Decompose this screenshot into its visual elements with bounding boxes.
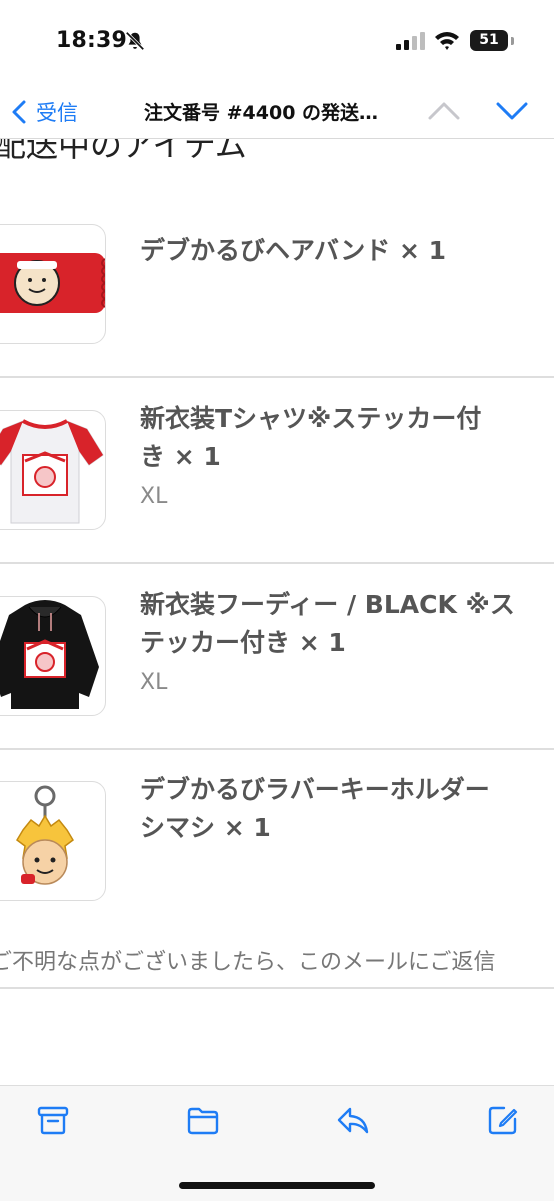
- item-title-line: き × 1: [140, 442, 221, 471]
- item-title-line: デブかるびヘアバンド × 1: [140, 236, 447, 265]
- back-label: 受信: [36, 101, 78, 125]
- cellular-signal-icon: [396, 32, 425, 50]
- product-image-keychain: [0, 781, 106, 901]
- divider: [0, 987, 554, 989]
- product-image-tshirt: [0, 410, 106, 530]
- folder-icon[interactable]: [186, 1103, 220, 1137]
- archive-icon[interactable]: [36, 1103, 70, 1137]
- item-title-line: デブかるびラバーキーホルダー: [140, 775, 490, 804]
- item-title: 新衣装フーディー / BLACK ※ス テッカー付き × 1: [140, 586, 554, 662]
- item-title-line: 新衣装Tシャツ※ステッカー付: [140, 404, 482, 433]
- item-title: デブかるびヘアバンド × 1: [140, 232, 554, 270]
- item-title: デブかるびラバーキーホルダー シマシ × 1: [140, 771, 554, 847]
- message-body[interactable]: 配送中のアイテム デブかるびヘアバンド × 1 新衣装Tシャツ※ステッカー付 き…: [0, 86, 554, 1086]
- footer-note: ご不明な点がございましたら、このメールにご返信: [0, 950, 496, 975]
- product-image-hoodie: [0, 596, 106, 716]
- item-variant: XL: [140, 484, 168, 509]
- list-item: 新衣装フーディー / BLACK ※ス テッカー付き × 1 XL: [0, 542, 554, 750]
- back-button[interactable]: 受信: [10, 92, 78, 132]
- compose-icon[interactable]: [486, 1103, 520, 1137]
- item-title-line: 新衣装フーディー / BLACK ※ス: [140, 590, 515, 619]
- home-indicator[interactable]: [179, 1182, 375, 1189]
- battery-icon: 51: [470, 30, 508, 51]
- battery-percent: 51: [479, 32, 499, 48]
- chevron-up-icon[interactable]: [426, 96, 462, 126]
- item-variant: XL: [140, 670, 168, 695]
- item-title-line: テッカー付き × 1: [140, 628, 346, 657]
- list-item: デブかるびヘアバンド × 1: [0, 170, 554, 378]
- chevron-left-icon: [12, 100, 26, 124]
- item-title: 新衣装Tシャツ※ステッカー付 き × 1: [140, 400, 554, 476]
- nav-bar: 受信 注文番号 #4400 の発送…: [0, 86, 554, 139]
- reply-icon[interactable]: [336, 1103, 370, 1137]
- battery-tip: [511, 37, 514, 45]
- status-time: 18:39: [56, 28, 128, 53]
- list-item: デブかるびラバーキーホルダー シマシ × 1: [0, 727, 554, 989]
- list-item: 新衣装Tシャツ※ステッカー付 き × 1 XL: [0, 356, 554, 564]
- item-title-line: シマシ × 1: [140, 813, 271, 842]
- wifi-icon: [435, 32, 459, 50]
- page-title: 注文番号 #4400 の発送…: [144, 102, 379, 124]
- bell-slash-icon: [125, 31, 145, 51]
- chevron-down-icon[interactable]: [494, 96, 530, 126]
- status-bar: 18:39 51: [0, 0, 554, 86]
- product-image-headband: [0, 224, 106, 344]
